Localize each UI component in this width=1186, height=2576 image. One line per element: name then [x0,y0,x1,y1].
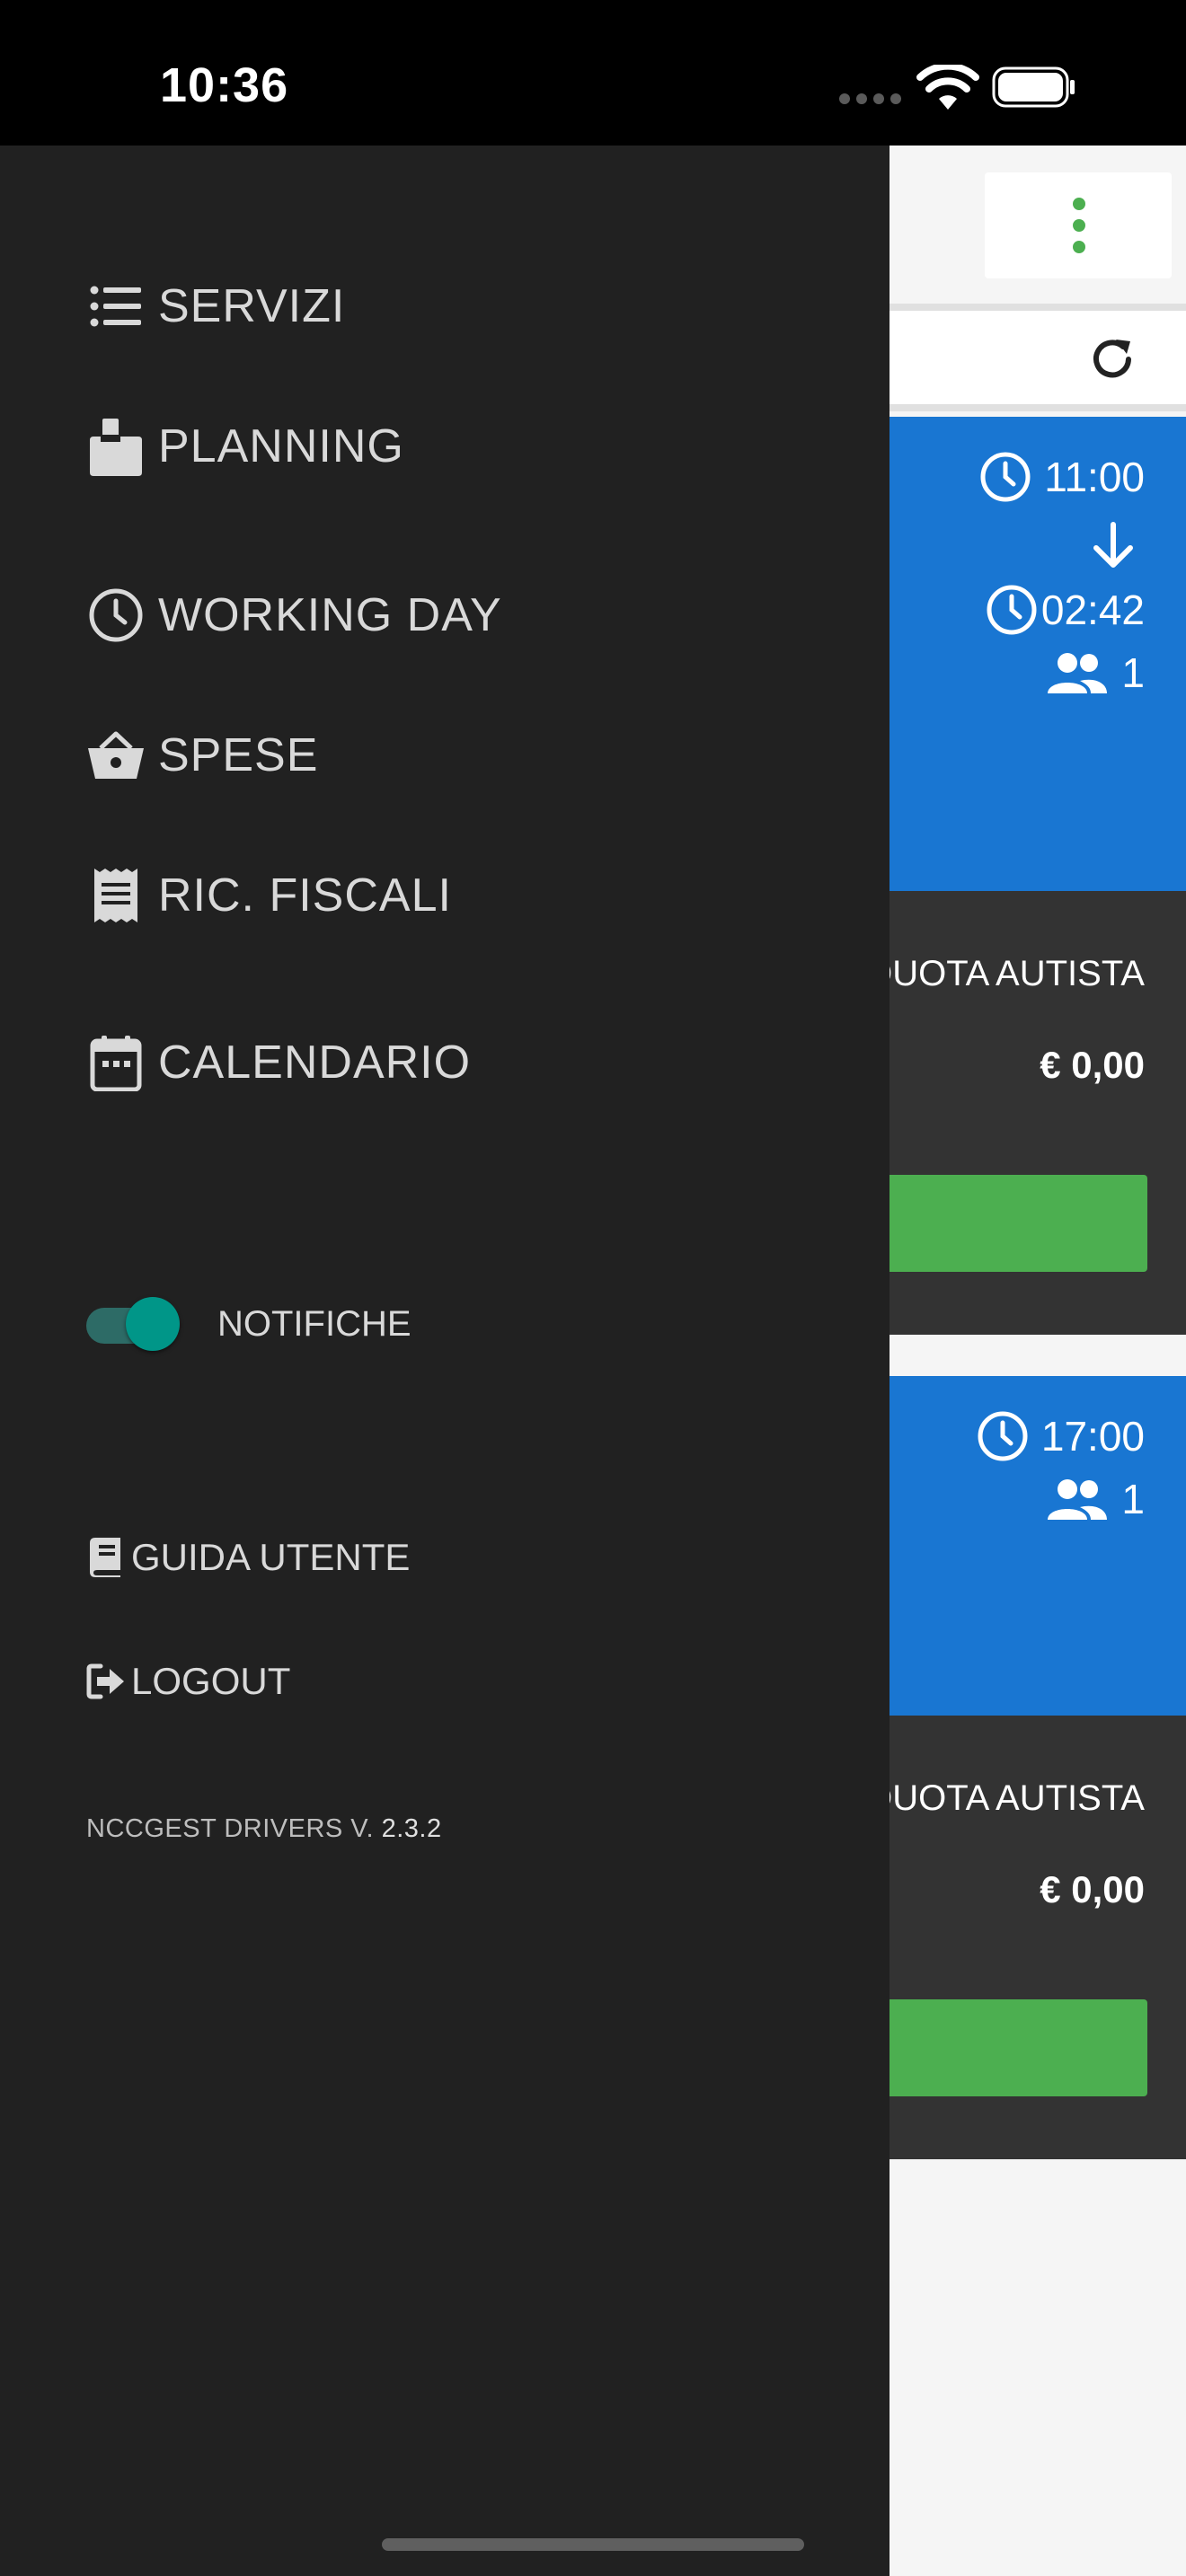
duration: 02:42 [1040,587,1145,633]
passengers: 1 [1121,649,1145,696]
book-icon [86,1538,126,1577]
nav-item-spese[interactable]: SPESE [86,726,318,785]
calendar-icon [86,1033,146,1092]
nav-item-calendario[interactable]: CALENDARIO [86,1033,471,1092]
notifications-toggle[interactable] [86,1297,181,1351]
group-icon [1048,653,1108,693]
toggle-knob [126,1297,180,1351]
nav-label-calendario: CALENDARIO [158,1037,472,1089]
home-indicator[interactable] [382,2538,804,2551]
clock-icon [86,586,146,645]
more-options-button[interactable] [985,172,1172,278]
clock-icon [980,452,1031,502]
user-guide-label: GUIDA UTENTE [131,1536,411,1578]
nav-label-working-day: WORKING DAY [158,589,502,641]
quota-value: € 0,00 [1040,1044,1145,1086]
status-bar: 10:36 [0,0,1186,146]
cellular-signal-icon [839,93,902,106]
nav-label-spese: SPESE [158,729,319,781]
start-time: 11:00 [1044,454,1145,500]
notifications-label: NOTIFICHE [217,1304,412,1344]
version-prefix: NCCGEST DRIVERS V. [86,1814,375,1843]
mailbox-icon [86,417,146,476]
nav-item-planning[interactable]: PLANNING [86,417,404,476]
clock-icon [978,1411,1028,1461]
nav-label-servizi: SERVIZI [158,280,346,332]
user-guide-link[interactable]: GUIDA UTENTE [86,1536,410,1579]
card-action-button[interactable] [845,1175,1147,1272]
list-icon [86,277,146,336]
quota-value: € 0,00 [1040,1868,1145,1910]
version-number: 2.3.2 [381,1814,442,1843]
nav-label-planning: PLANNING [158,420,404,472]
nav-item-working-day[interactable]: WORKING DAY [86,586,502,645]
refresh-icon[interactable] [1087,334,1137,384]
card-action-button[interactable] [845,1999,1147,2096]
group-icon [1048,1479,1108,1520]
nav-label-ric-fiscali: RIC. FISCALI [158,869,452,922]
logout-icon [86,1662,126,1701]
basket-icon [86,726,146,785]
arrow-down-icon [1093,522,1133,568]
start-time: 17:00 [1040,1413,1145,1460]
nav-item-ric-fiscali[interactable]: RIC. FISCALI [86,866,452,925]
app-version: NCCGEST DRIVERS V. 2.3.2 [86,1814,442,1844]
quota-label: QUOTA AUTISTA [864,954,1145,993]
nav-item-servizi[interactable]: SERVIZI [86,277,345,336]
logout-label: LOGOUT [131,1660,291,1702]
passengers: 1 [1121,1476,1145,1522]
quota-label: QUOTA AUTISTA [864,1778,1145,1818]
wifi-icon [916,65,979,110]
navigation-drawer: SERVIZI PLANNING WORKING DAY SPESE RIC. … [0,146,890,2576]
clock-icon [987,585,1037,635]
logout-link[interactable]: LOGOUT [86,1660,290,1703]
status-time: 10:36 [160,58,289,112]
battery-icon [992,66,1075,108]
receipt-icon [86,866,146,925]
